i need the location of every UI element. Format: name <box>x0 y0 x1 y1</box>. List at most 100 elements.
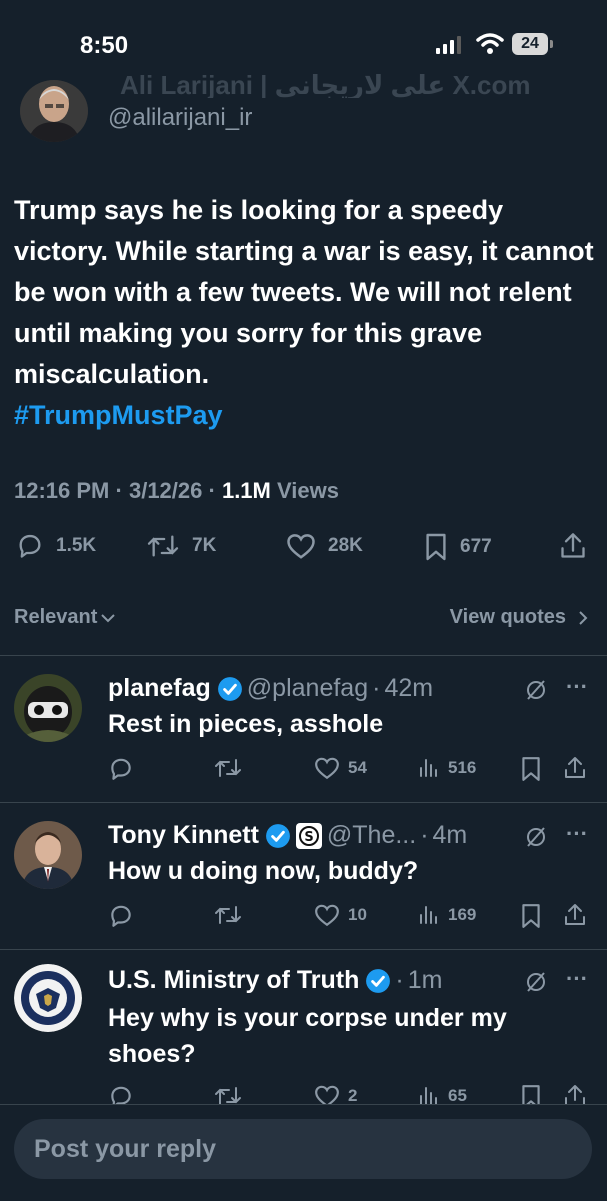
chevron-right-icon <box>579 610 588 625</box>
views-icon <box>420 759 437 777</box>
reply-input[interactable]: Post your reply <box>14 1119 592 1179</box>
reply-author-handle[interactable]: @The... <box>327 821 416 850</box>
tweet-meta: 12:16 PM · 3/12/26 · 1.1M Views <box>14 478 339 504</box>
reply-icon <box>19 534 41 558</box>
verified-icon <box>265 823 290 848</box>
reply-author-handle[interactable]: @planefag <box>247 674 368 703</box>
more-icon[interactable]: ··· <box>566 821 588 847</box>
separator-dot: · <box>372 674 381 702</box>
reply-icon <box>111 758 131 780</box>
avatar-image <box>20 80 88 142</box>
tweet-time: 12:16 PM <box>14 478 110 503</box>
bookmark-count: 677 <box>460 536 492 557</box>
reply-avatar[interactable] <box>14 674 82 742</box>
avatar-image <box>14 964 82 1032</box>
reply-author-name[interactable]: Tony Kinnett <box>108 821 259 850</box>
reply-button[interactable] <box>108 903 142 929</box>
sort-dropdown[interactable]: Relevant <box>14 606 117 629</box>
bookmark-icon <box>426 533 446 561</box>
repost-button[interactable]: 7K <box>146 532 216 560</box>
share-icon <box>561 533 585 558</box>
share-button[interactable] <box>564 903 594 927</box>
signal-icon <box>436 36 461 54</box>
wifi-icon <box>476 33 504 54</box>
reply-avatar[interactable] <box>14 964 82 1032</box>
tweet-body: Trump says he is looking for a speedy vi… <box>14 195 594 389</box>
tweet-date: 3/12/26 <box>128 478 203 503</box>
like-icon <box>315 757 339 780</box>
repost-button[interactable] <box>214 756 250 780</box>
grok-icon[interactable] <box>524 825 548 849</box>
reply-author-name[interactable]: planefag <box>108 674 211 703</box>
like-button[interactable]: 28K <box>286 532 363 560</box>
reply-time: 1m <box>407 966 443 994</box>
bookmark-button[interactable] <box>520 756 550 782</box>
reply-text: Rest in pieces, asshole <box>108 710 384 738</box>
divider <box>0 655 607 656</box>
reply-composer: Post your reply <box>0 1104 607 1201</box>
bookmark-icon <box>522 904 540 928</box>
grok-icon[interactable] <box>524 678 548 702</box>
reply-button[interactable] <box>108 756 142 782</box>
verified-icon <box>217 676 242 701</box>
share-button[interactable] <box>564 756 594 780</box>
sort-label: Relevant <box>14 606 98 628</box>
bookmark-button[interactable] <box>520 903 550 929</box>
avatar-image <box>14 821 82 889</box>
more-icon[interactable]: ··· <box>566 966 588 992</box>
reply-count: 1.5K <box>56 535 97 556</box>
repost-icon <box>215 906 241 924</box>
bookmark-icon <box>522 757 540 781</box>
repost-count: 7K <box>192 535 217 556</box>
author-handle[interactable]: @alilarijani_ir <box>108 104 252 132</box>
meta-separator: · <box>115 478 129 503</box>
battery-cap <box>550 40 553 48</box>
svg-text:S: S <box>304 830 313 845</box>
reply-author-name[interactable]: U.S. Ministry of Truth <box>108 966 359 995</box>
separator-dot: · <box>420 821 429 849</box>
like-icon <box>287 534 315 559</box>
views-count: 169 <box>448 905 477 924</box>
author-avatar[interactable] <box>20 80 88 142</box>
views-button[interactable]: 169 <box>418 903 476 927</box>
reply-actions: 10 169 <box>108 903 588 933</box>
view-quotes-link[interactable]: View quotes <box>450 606 592 629</box>
reply-button[interactable]: 1.5K <box>16 532 96 560</box>
share-icon <box>565 757 585 778</box>
views-count[interactable]: 1.1M <box>222 478 271 503</box>
bookmark-button[interactable]: 677 <box>424 532 492 562</box>
views-button[interactable]: 516 <box>418 756 476 780</box>
views-label: Views <box>277 478 339 503</box>
divider <box>0 949 607 950</box>
more-icon[interactable]: ··· <box>566 674 588 700</box>
like-count: 2 <box>348 1086 358 1105</box>
view-quotes-label: View quotes <box>449 606 566 628</box>
views-count: 65 <box>448 1086 467 1105</box>
avatar-image <box>14 674 82 742</box>
repost-icon <box>215 759 241 777</box>
like-count: 54 <box>348 758 367 777</box>
share-icon <box>565 904 585 925</box>
like-button[interactable]: 10 <box>314 903 367 927</box>
reply-text: How u doing now, buddy? <box>108 857 419 885</box>
reply-text: Hey why is your corpse under my shoes? <box>108 1004 507 1068</box>
verified-icon <box>366 968 391 993</box>
share-button[interactable] <box>560 532 598 560</box>
repost-button[interactable] <box>214 903 250 927</box>
like-count: 28K <box>328 535 363 556</box>
views-count: 516 <box>448 758 477 777</box>
grok-icon[interactable] <box>524 970 548 994</box>
reply-header: U.S. Ministry of Truth · 1m <box>108 966 442 995</box>
views-icon <box>420 906 437 924</box>
reply-icon <box>111 905 131 927</box>
like-button[interactable]: 54 <box>314 756 367 780</box>
meta-separator: · <box>208 478 222 503</box>
divider <box>0 802 607 803</box>
reply-avatar[interactable] <box>14 821 82 889</box>
reply-time: 42m <box>384 674 434 702</box>
reply-header: Tony Kinnett S @The... · 4m <box>108 821 467 850</box>
hashtag-link[interactable]: #TrumpMustPay <box>14 395 594 436</box>
like-icon <box>315 904 339 927</box>
battery-indicator: 24 <box>512 33 548 55</box>
reply-actions: 54 516 <box>108 756 588 786</box>
